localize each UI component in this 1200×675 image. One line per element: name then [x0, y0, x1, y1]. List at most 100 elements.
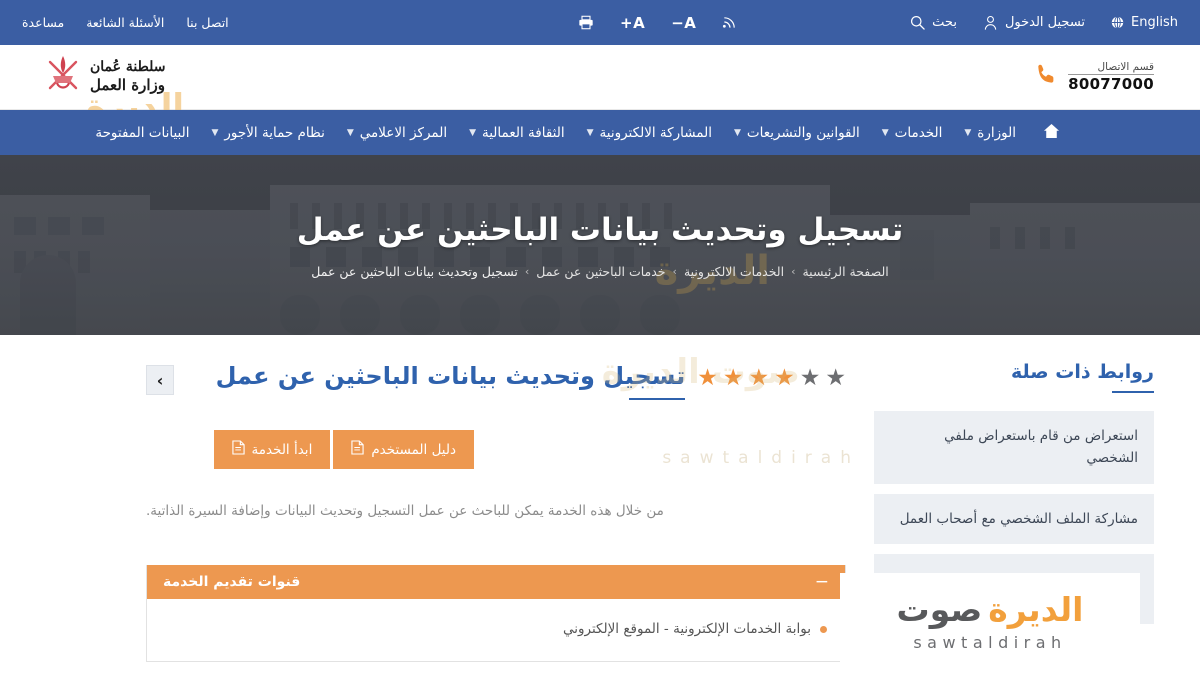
- star-icon[interactable]: ★: [723, 367, 744, 390]
- service-channels-header[interactable]: − قنوات تقديم الخدمة: [147, 565, 845, 599]
- watermark-logo-latin: sawtaldirah: [913, 632, 1067, 652]
- nav-item-laws[interactable]: القوانين والتشريعات ▼: [723, 110, 871, 155]
- topbar-tools-group: A− A+: [578, 0, 737, 45]
- breadcrumb-item-jobseeker-services[interactable]: خدمات الباحثين عن عمل: [536, 264, 665, 279]
- service-rating[interactable]: ★ ★ ★ ★ ★ ★: [697, 361, 846, 390]
- service-action-buttons: دليل المستخدم ابدأ الخدمة: [146, 430, 846, 469]
- watermark-logo-gray: صوت: [896, 589, 983, 629]
- main-navigation: الوزارة ▼ الخدمات ▼ القوانين والتشريعات …: [0, 110, 1200, 155]
- sidebar-link-profile-viewers[interactable]: استعراض من قام باستعراض ملفي الشخصي: [874, 411, 1154, 484]
- nav-label: الخدمات: [894, 124, 943, 141]
- contact-info: قسم الاتصال 80077000: [1033, 61, 1154, 94]
- carousel-next-button[interactable]: ›: [146, 365, 174, 395]
- login-label: تسجيل الدخول: [1004, 15, 1086, 30]
- service-title-wrap: تسجيل وتحديث بيانات الباحثين عن عمل: [186, 361, 686, 400]
- service-channels-title: قنوات تقديم الخدمة: [163, 574, 301, 590]
- page-root: English تسجيل الدخول بحث A− A+ اتصل بنا …: [0, 0, 1200, 675]
- topbar-left-links: اتصل بنا الأسئلة الشائعة مساعدة: [22, 15, 229, 30]
- document-icon: [231, 440, 245, 459]
- phone-icon: [1033, 62, 1059, 92]
- chevron-down-icon: ▼: [469, 127, 476, 138]
- breadcrumb-separator: ›: [524, 264, 530, 278]
- chevron-down-icon: ▼: [586, 127, 594, 138]
- nav-item-media-center[interactable]: المركز الاعلامي ▼: [336, 110, 458, 155]
- search-button[interactable]: بحث: [910, 15, 957, 30]
- contact-label: قسم الاتصال: [1068, 61, 1154, 76]
- nav-item-wage-protection[interactable]: نظام حماية الأجور ▼: [200, 110, 335, 155]
- font-increase-button[interactable]: A+: [620, 14, 645, 32]
- ministry-brand[interactable]: سلطنة عُمان وزارة العمل: [46, 54, 165, 100]
- star-icon[interactable]: ★: [774, 367, 795, 390]
- bullet-icon: [820, 625, 827, 633]
- nav-items-wrap: الوزارة ▼ الخدمات ▼ القوانين والتشريعات …: [84, 110, 1076, 155]
- print-icon[interactable]: [578, 15, 594, 30]
- page-title: تسجيل وتحديث بيانات الباحثين عن عمل: [296, 211, 904, 248]
- star-icon[interactable]: ★: [697, 367, 718, 390]
- service-channels-body: بوابة الخدمات الإلكترونية - الموقع الإلك…: [147, 599, 845, 661]
- breadcrumb-separator: ›: [791, 264, 796, 278]
- contact-number: 80077000: [1068, 75, 1154, 94]
- nav-label: البيانات المفتوحة: [95, 124, 190, 141]
- star-icon[interactable]: ★: [825, 367, 846, 390]
- nav-item-labour-culture[interactable]: الثقافة العمالية ▼: [458, 110, 576, 155]
- nav-label: القوانين والتشريعات: [746, 124, 860, 141]
- channel-label: بوابة الخدمات الإلكترونية - الموقع الإلك…: [562, 621, 811, 637]
- nav-item-ministry[interactable]: الوزارة ▼: [953, 110, 1027, 155]
- language-label: English: [1131, 15, 1178, 30]
- chevron-down-icon: ▼: [733, 127, 741, 138]
- collapse-toggle-icon[interactable]: −: [815, 573, 829, 591]
- start-service-label: ابدأ الخدمة: [251, 441, 313, 458]
- breadcrumb-item-home[interactable]: الصفحة الرئيسية: [802, 264, 888, 279]
- sidebar-link-share-profile[interactable]: مشاركة الملف الشخصي مع أصحاب العمل: [874, 493, 1154, 544]
- star-icon[interactable]: ★: [800, 367, 821, 390]
- hero-banner: تسجيل وتحديث بيانات الباحثين عن عمل الصف…: [0, 155, 1200, 335]
- service-description: من خلال هذه الخدمة يمكن للباحث عن عمل ال…: [146, 503, 664, 519]
- service-title-underline: [629, 398, 686, 400]
- nav-label: المشاركة الالكترونية: [599, 124, 712, 141]
- breadcrumb-item-current: تسجيل وتحديث بيانات الباحثين عن عمل: [311, 263, 518, 279]
- nav-label: الوزارة: [977, 124, 1016, 141]
- service-main-column: ★ ★ ★ ★ ★ ★ تسجيل وتحديث بيانات الباحثين…: [146, 361, 846, 662]
- nav-item-open-data[interactable]: البيانات المفتوحة: [84, 110, 200, 155]
- star-icon[interactable]: ★: [749, 367, 770, 390]
- nav-item-home[interactable]: [1027, 110, 1076, 155]
- brand-ministry: وزارة العمل: [90, 76, 165, 95]
- top-utility-bar: English تسجيل الدخول بحث A− A+ اتصل بنا …: [0, 0, 1200, 45]
- nav-item-services[interactable]: الخدمات ▼: [871, 110, 954, 155]
- breadcrumb-item-eservices[interactable]: الخدمات الالكترونية: [684, 264, 784, 279]
- login-button[interactable]: تسجيل الدخول: [983, 15, 1085, 31]
- service-title: تسجيل وتحديث بيانات الباحثين عن عمل: [215, 362, 686, 390]
- topbar-link-faq[interactable]: الأسئلة الشائعة: [86, 15, 164, 30]
- nav-item-eparticipation[interactable]: المشاركة الالكترونية ▼: [576, 110, 723, 155]
- sidebar-title-underline: [1112, 391, 1154, 393]
- home-icon: [1043, 123, 1060, 143]
- breadcrumb-separator: ›: [672, 264, 677, 278]
- search-label: بحث: [932, 15, 957, 30]
- contact-text: قسم الاتصال 80077000: [1068, 61, 1154, 94]
- font-decrease-button[interactable]: A−: [671, 14, 696, 32]
- watermark-logo-orange: الديرة: [988, 589, 1084, 629]
- watermark-logo-arabic: الديرة صوت: [897, 590, 1084, 629]
- nav-label: الثقافة العمالية: [482, 124, 565, 141]
- rss-icon[interactable]: [722, 15, 737, 30]
- document-icon: [351, 440, 364, 459]
- nav-label: المركز الاعلامي: [359, 124, 448, 141]
- start-service-button[interactable]: ابدأ الخدمة: [213, 430, 331, 469]
- user-icon: [983, 15, 998, 31]
- service-action-buttons-inner: دليل المستخدم ابدأ الخدمة: [213, 430, 474, 469]
- user-guide-button[interactable]: دليل المستخدم: [333, 430, 474, 469]
- nav-label: نظام حماية الأجور: [224, 124, 325, 141]
- brand-text: سلطنة عُمان وزارة العمل: [90, 59, 165, 95]
- search-icon: [910, 15, 925, 30]
- chevron-down-icon: ▼: [211, 127, 219, 138]
- brand-country: سلطنة عُمان: [90, 58, 166, 75]
- user-guide-label: دليل المستخدم: [371, 441, 456, 458]
- breadcrumb: الصفحة الرئيسية › الخدمات الالكترونية › …: [311, 264, 888, 279]
- channel-list-item[interactable]: بوابة الخدمات الإلكترونية - الموقع الإلك…: [165, 621, 827, 637]
- topbar-right-group: English تسجيل الدخول بحث: [910, 15, 1178, 31]
- topbar-link-help[interactable]: مساعدة: [22, 15, 64, 30]
- chevron-down-icon: ▼: [881, 127, 889, 138]
- service-channels-panel: − قنوات تقديم الخدمة بوابة الخدمات الإلك…: [146, 565, 846, 662]
- language-switch[interactable]: English: [1111, 15, 1178, 30]
- topbar-link-contact[interactable]: اتصل بنا: [186, 15, 228, 30]
